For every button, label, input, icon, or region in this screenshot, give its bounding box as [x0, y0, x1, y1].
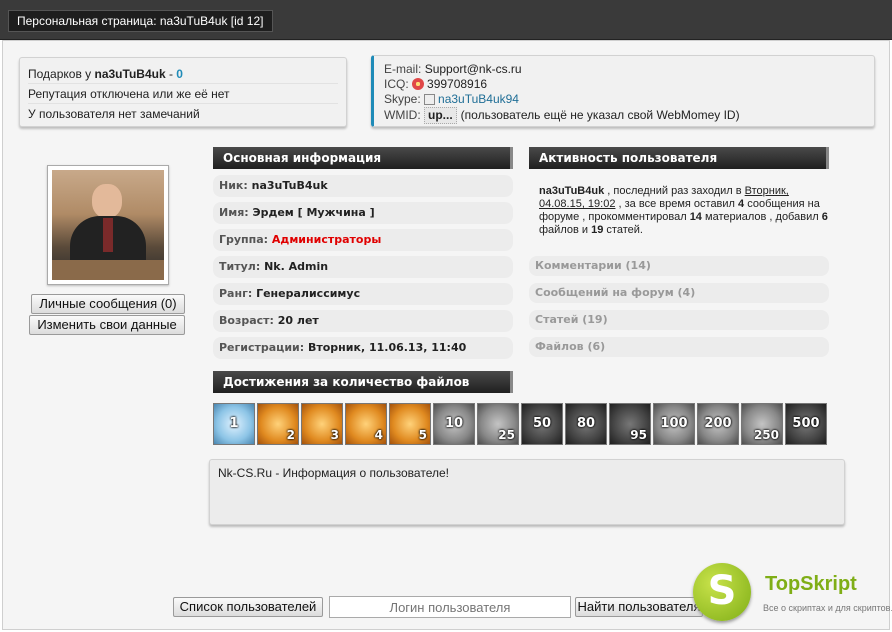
info-value: Nk. Admin	[264, 260, 329, 273]
gifts-label: Подарков у	[28, 67, 92, 81]
info-key: Имя:	[219, 206, 249, 219]
skype-label: Skype:	[384, 92, 421, 106]
info-row-name: Имя: Эрдем [ Мужчина ]	[213, 202, 513, 224]
info-row-nick: Ник: na3uTuB4uk	[213, 175, 513, 197]
gifts-separator: -	[165, 67, 177, 81]
main-info-header: Основная информация	[213, 147, 513, 169]
comment-count: 14	[689, 211, 702, 223]
activity-summary: na3uTuB4uk , последний раз заходил в Вто…	[539, 185, 829, 237]
icq-flower-icon	[412, 78, 425, 90]
private-messages-button[interactable]: Личные сообщения (0)	[31, 294, 185, 314]
info-key: Ранг:	[219, 287, 253, 300]
info-row-group: Группа: Администраторы	[213, 229, 513, 251]
activity-text: статей.	[606, 224, 643, 236]
title-bar: Персональная страница: na3uTuB4uk [id 12…	[0, 0, 892, 40]
icq-row: ICQ: 399708916	[384, 77, 864, 92]
achievement-badge-icon: 100	[653, 403, 695, 445]
info-value: Эрдем [ Мужчина ]	[252, 206, 375, 219]
profile-panel: Подарков у na3uTuB4uk - 0 Репутация откл…	[2, 40, 892, 630]
gifts-user: na3uTuB4uk	[94, 67, 166, 81]
achievement-badge-icon: 5	[389, 403, 431, 445]
achievement-badge-icon: 250	[741, 403, 783, 445]
info-row-title: Титул: Nk. Admin	[213, 256, 513, 278]
window-title: Персональная страница: na3uTuB4uk [id 12…	[8, 10, 273, 32]
gifts-count[interactable]: 0	[176, 67, 183, 81]
gifts-box: Подарков у na3uTuB4uk - 0 Репутация откл…	[19, 57, 347, 127]
info-value: Генералиссимус	[256, 287, 361, 300]
skype-icon	[424, 94, 436, 105]
info-key: Возраст:	[219, 314, 274, 327]
articles-count: 19	[591, 224, 604, 236]
info-key: Ник:	[219, 179, 248, 192]
avatar-frame	[47, 165, 169, 285]
info-value: na3uTuB4uk	[251, 179, 328, 192]
achievement-badge-icon: 10	[433, 403, 475, 445]
achievement-badge-icon: 2	[257, 403, 299, 445]
stat-articles[interactable]: Статей (19)	[529, 310, 829, 330]
achievement-badge-icon: 200	[697, 403, 739, 445]
achievements-row: 1 2 3 4 5 10 25 50 80 95 100 200 250 500	[213, 403, 827, 447]
icq-label: ICQ:	[384, 77, 409, 91]
info-key: Регистрации:	[219, 341, 305, 354]
contacts-box: E-mail: Support@nk-cs.ru ICQ: 399708916 …	[371, 55, 875, 127]
info-key: Группа:	[219, 233, 269, 246]
email-label: E-mail:	[384, 62, 422, 76]
info-row-registration: Регистрации: Вторник, 11.06.13, 11:40	[213, 337, 513, 359]
wmid-note: (пользователь ещё не указал свой WebMome…	[460, 108, 740, 122]
stat-forum-posts[interactable]: Сообщений на форум (4)	[529, 283, 829, 303]
user-list-button[interactable]: Список пользователей	[173, 597, 323, 617]
skype-row: Skype: na3uTuB4uk94	[384, 92, 864, 107]
stat-files[interactable]: Файлов (6)	[529, 337, 829, 357]
about-box: Nk-CS.Ru - Информация о пользователе!	[209, 459, 845, 525]
achievement-badge-icon: 1	[213, 403, 255, 445]
info-row-age: Возраст: 20 лет	[213, 310, 513, 332]
activity-text: , за все время оставил	[618, 198, 735, 210]
wmid-row: WMID: up... (пользователь ещё не указал с…	[384, 107, 864, 124]
email-row: E-mail: Support@nk-cs.ru	[384, 62, 864, 77]
achievement-badge-icon: 80	[565, 403, 607, 445]
logo-name: TopSkript	[765, 573, 857, 595]
avatar	[52, 170, 164, 280]
find-user-button[interactable]: Найти пользователя	[575, 597, 703, 617]
achievement-badge-icon: 50	[521, 403, 563, 445]
activity-header: Активность пользователя	[529, 147, 829, 169]
activity-text: , последний раз заходил в	[607, 185, 742, 197]
logo-s-icon: S	[693, 563, 751, 621]
icq-value: 399708916	[427, 77, 488, 91]
files-count: 6	[821, 211, 828, 223]
remarks-row: У пользователя нет замечаний	[28, 107, 200, 121]
forum-count: 4	[738, 198, 745, 210]
achievement-badge-icon: 500	[785, 403, 827, 445]
achievement-badge-icon: 4	[345, 403, 387, 445]
topskript-logo: S TopSkript Все о скриптах и для скрипто…	[693, 563, 892, 629]
edit-profile-button[interactable]: Изменить свои данные	[29, 315, 185, 335]
achievement-badge-icon: 25	[477, 403, 519, 445]
reputation-row: Репутация отключена или же её нет	[28, 84, 338, 104]
stat-comments[interactable]: Комментарии (14)	[529, 256, 829, 276]
wmid-badge: up...	[424, 107, 457, 124]
activity-text: файлов и	[539, 224, 589, 236]
email-value: Support@nk-cs.ru	[424, 62, 522, 76]
info-value: Администраторы	[271, 233, 382, 246]
gifts-row: Подарков у na3uTuB4uk - 0	[28, 64, 338, 84]
skype-link[interactable]: na3uTuB4uk94	[438, 92, 519, 106]
activity-user: na3uTuB4uk	[539, 185, 605, 197]
achievements-header: Достижения за количество файлов	[213, 371, 513, 393]
info-value: Вторник, 11.06.13, 11:40	[307, 341, 467, 354]
info-row-rank: Ранг: Генералиссимус	[213, 283, 513, 305]
wmid-label: WMID:	[384, 108, 421, 122]
logo-tagline: Все о скриптах и для скриптов...	[763, 603, 892, 613]
login-search-input[interactable]	[329, 596, 571, 618]
activity-text: материалов , добавил	[705, 211, 819, 223]
info-key: Титул:	[219, 260, 261, 273]
achievement-badge-icon: 95	[609, 403, 651, 445]
info-value: 20 лет	[277, 314, 319, 327]
achievement-badge-icon: 3	[301, 403, 343, 445]
